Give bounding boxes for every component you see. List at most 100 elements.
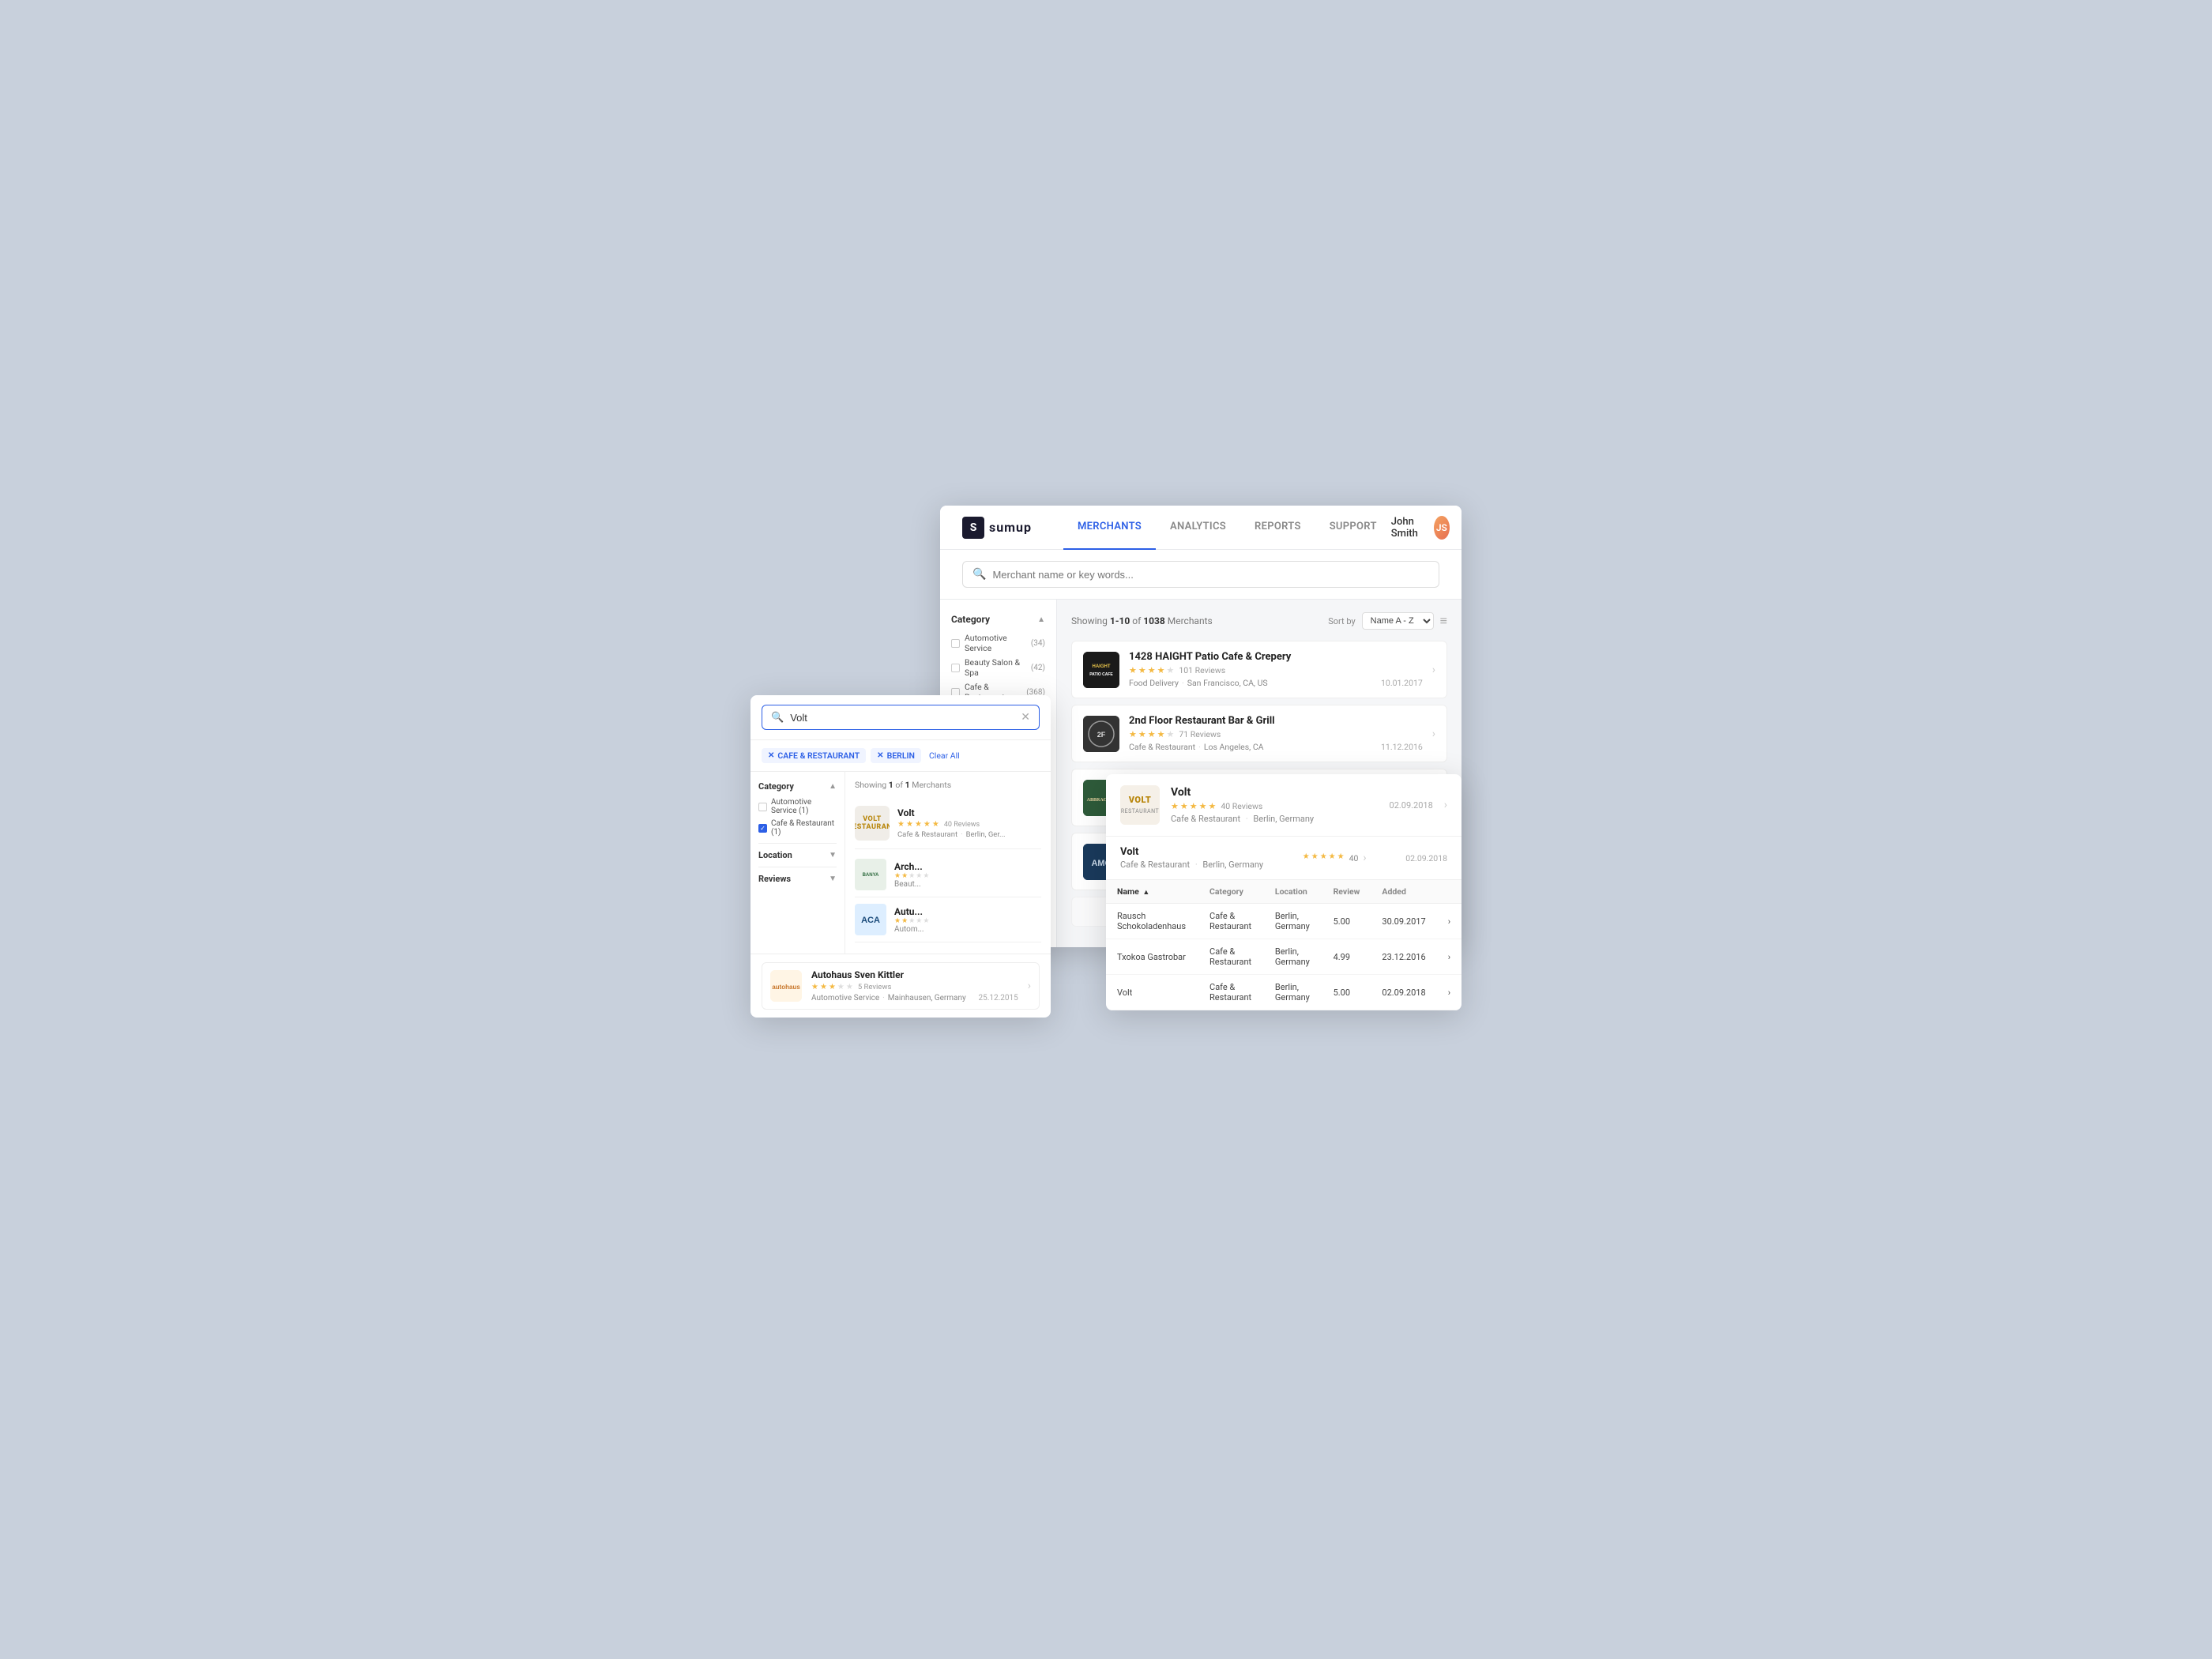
header: S sumup MERCHANTS ANALYTICS REPORTS SUPP… bbox=[940, 506, 1462, 550]
detail-merchant-header[interactable]: VOLTRESTAURANT Volt ★ ★ ★ ★ ★ 40 Reviews… bbox=[1106, 774, 1462, 837]
filter-automotive[interactable]: Automotive Service (34) bbox=[951, 633, 1045, 653]
svg-text:BANYA: BANYA bbox=[863, 873, 879, 878]
svg-text:HAIGHT: HAIGHT bbox=[1093, 664, 1111, 669]
table-row-rausch[interactable]: Rausch Schokoladenhaus Cafe & Restaurant… bbox=[1106, 904, 1462, 939]
table-row-volt[interactable]: Volt Cafe & Restaurant Berlin, Germany 5… bbox=[1106, 975, 1462, 1010]
overlay-filter-label-cafe: Cafe & Restaurant (1) bbox=[771, 819, 837, 837]
merchant-meta-1428: Food Delivery · San Francisco, CA, US bbox=[1129, 678, 1371, 688]
overlay-sidebar: Category ▲ Automotive Service (1) ✓ Cafe… bbox=[750, 772, 845, 954]
overlay-merchant-volt[interactable]: VOLTRESTAURANT Volt ★ ★ ★ ★ ★ 40 Reviews bbox=[855, 798, 1041, 849]
merchant-date-1428: 10.01.2017 bbox=[1381, 678, 1423, 688]
td-name-rausch: Rausch Schokoladenhaus bbox=[1106, 904, 1198, 939]
search-overlay-input-wrap[interactable]: 🔍 ✕ bbox=[762, 705, 1040, 730]
volt-summary-name: Volt bbox=[1120, 846, 1263, 858]
merchant-reviews-1428: 101 Reviews bbox=[1179, 665, 1225, 675]
overlay-results-count: Showing 1 of 1 Merchants bbox=[855, 780, 1041, 790]
overlay-extra-name-aca: Autu... bbox=[894, 906, 929, 917]
search-input-wrap[interactable]: 🔍 bbox=[962, 561, 1439, 588]
category-filter-title[interactable]: Category ▲ bbox=[951, 614, 1045, 625]
overlay-autohaus-stars: ★ ★ ★ ★ ★ 5 Reviews bbox=[811, 983, 969, 991]
filter-checkbox-beauty[interactable] bbox=[951, 664, 960, 672]
td-chevron-rausch: › bbox=[1437, 904, 1462, 939]
detail-merchant-meta-volt: Cafe & Restaurant · Berlin, Germany bbox=[1171, 814, 1379, 824]
tag-berlin[interactable]: ✕ BERLIN bbox=[871, 748, 921, 763]
overlay-checkbox-automotive[interactable] bbox=[758, 803, 767, 811]
merchant-card-2nd[interactable]: 2F 2nd Floor Restaurant Bar & Grill ★ ★ … bbox=[1071, 705, 1447, 762]
svg-text:2F: 2F bbox=[1097, 731, 1106, 739]
overlay-volt-reviews: 40 Reviews bbox=[944, 821, 980, 829]
nav-reports[interactable]: REPORTS bbox=[1240, 506, 1315, 550]
overlay-filter-cafe[interactable]: ✓ Cafe & Restaurant (1) bbox=[758, 819, 837, 837]
volt-summary-stars: ★ ★ ★ ★ ★ bbox=[1303, 852, 1345, 861]
filter-checkbox-automotive[interactable] bbox=[951, 639, 960, 648]
filter-label-beauty: Beauty Salon & Spa bbox=[965, 657, 1026, 678]
td-added-rausch: 30.09.2017 bbox=[1371, 904, 1436, 939]
detail-merchant-logo-volt: VOLTRESTAURANT bbox=[1120, 785, 1160, 825]
td-name-txokoa: Txokoa Gastrobar bbox=[1106, 939, 1198, 975]
username: John Smith bbox=[1391, 516, 1426, 540]
overlay-autohaus-card[interactable]: autohaus Autohaus Sven Kittler ★ ★ ★ ★ ★… bbox=[762, 962, 1040, 1010]
user-menu[interactable]: John Smith JS bbox=[1391, 516, 1450, 540]
volt-summary-meta: Cafe & Restaurant · Berlin, Germany bbox=[1120, 860, 1263, 870]
merchant-logo-2nd: 2F bbox=[1083, 716, 1119, 752]
search-overlay-input[interactable] bbox=[790, 712, 1014, 724]
td-added-txokoa: 23.12.2016 bbox=[1371, 939, 1436, 975]
volt-summary: Volt Cafe & Restaurant · Berlin, Germany… bbox=[1106, 837, 1462, 880]
sort-wrap: Sort by Name A - Z Name Z - A Rating Dat… bbox=[1328, 612, 1447, 630]
overlay-tags: ✕ CAFE & RESTAURANT ✕ BERLIN Clear All bbox=[750, 740, 1051, 772]
td-chevron-txokoa: › bbox=[1437, 939, 1462, 975]
overlay-extra-info-banya: Arch... ★ ★ ★ ★ ★ Beaut... bbox=[894, 861, 929, 889]
sort-select[interactable]: Name A - Z Name Z - A Rating Date bbox=[1362, 612, 1434, 630]
th-location[interactable]: Location bbox=[1264, 880, 1322, 904]
td-review-txokoa: 4.99 bbox=[1322, 939, 1371, 975]
filter-beauty[interactable]: Beauty Salon & Spa (42) bbox=[951, 657, 1045, 678]
table-row-txokoa[interactable]: Txokoa Gastrobar Cafe & Restaurant Berli… bbox=[1106, 939, 1462, 975]
overlay-autohaus-logo: autohaus bbox=[770, 970, 802, 1002]
overlay-filter-automotive[interactable]: Automotive Service (1) bbox=[758, 798, 837, 815]
nav-merchants[interactable]: MERCHANTS bbox=[1063, 506, 1156, 550]
volt-summary-date: 02.09.2018 bbox=[1405, 853, 1447, 863]
td-added-volt: 02.09.2018 bbox=[1371, 975, 1436, 1010]
overlay-extra-meta-aca: Autom... bbox=[894, 925, 929, 934]
search-icon: 🔍 bbox=[972, 568, 986, 581]
nav-support[interactable]: SUPPORT bbox=[1315, 506, 1391, 550]
th-review[interactable]: Review bbox=[1322, 880, 1371, 904]
overlay-autohaus-meta: Automotive Service · Mainhausen, Germany bbox=[811, 994, 969, 1003]
tag-cafe-restaurant[interactable]: ✕ CAFE & RESTAURANT bbox=[762, 748, 866, 763]
th-category[interactable]: Category bbox=[1198, 880, 1264, 904]
tag-label-cafe: CAFE & RESTAURANT bbox=[777, 750, 860, 761]
overlay-extra-banya[interactable]: BANYA Arch... ★ ★ ★ ★ ★ Beaut... bbox=[855, 852, 1041, 897]
overlay-merchant-logo-volt: VOLTRESTAURANT bbox=[855, 806, 890, 841]
merchant-name-2nd: 2nd Floor Restaurant Bar & Grill bbox=[1129, 715, 1371, 727]
overlay-location-title[interactable]: Location ▼ bbox=[758, 850, 837, 860]
overlay-autohaus-info: Autohaus Sven Kittler ★ ★ ★ ★ ★ 5 Review… bbox=[811, 969, 969, 1003]
svg-text:autohaus: autohaus bbox=[772, 984, 800, 991]
overlay-merchant-stars-volt: ★ ★ ★ ★ ★ 40 Reviews bbox=[897, 820, 1006, 829]
overlay-extra-aca[interactable]: ACA Autu... ★ ★ ★ ★ ★ Autom... bbox=[855, 897, 1041, 942]
search-input[interactable] bbox=[992, 569, 1429, 581]
overlay-results: Showing 1 of 1 Merchants VOLTRESTAURANT … bbox=[845, 772, 1051, 954]
overlay-reviews-title[interactable]: Reviews ▼ bbox=[758, 874, 837, 884]
merchant-chevron-2nd: › bbox=[1432, 728, 1435, 740]
clear-search-icon[interactable]: ✕ bbox=[1021, 711, 1030, 724]
tag-label-berlin: BERLIN bbox=[887, 750, 915, 761]
overlay-checkbox-cafe[interactable]: ✓ bbox=[758, 824, 767, 833]
merchant-card-1428[interactable]: HAIGHT PATIO CAFE 1428 HAIGHT Patio Cafe… bbox=[1071, 641, 1447, 698]
filter-count-beauty: (42) bbox=[1031, 664, 1045, 672]
clear-all-button[interactable]: Clear All bbox=[929, 750, 960, 761]
td-location-rausch: Berlin, Germany bbox=[1264, 904, 1322, 939]
detail-merchant-info-volt: Volt ★ ★ ★ ★ ★ 40 Reviews Cafe & Restaur… bbox=[1171, 786, 1379, 824]
overlay-autohaus-name: Autohaus Sven Kittler bbox=[811, 969, 969, 980]
th-added[interactable]: Added bbox=[1371, 880, 1436, 904]
volt-summary-count: 40 bbox=[1349, 853, 1359, 863]
overlay-content: Category ▲ Automotive Service (1) ✓ Cafe… bbox=[750, 772, 1051, 954]
overlay-category-title[interactable]: Category ▲ bbox=[758, 781, 837, 792]
nav-analytics[interactable]: ANALYTICS bbox=[1156, 506, 1240, 550]
svg-text:PATIO CAFE: PATIO CAFE bbox=[1089, 672, 1113, 677]
view-toggle-icon[interactable]: ≡ bbox=[1440, 613, 1447, 629]
overlay-extra-logo-banya: BANYA bbox=[855, 859, 886, 890]
overlay-autohaus-section: autohaus Autohaus Sven Kittler ★ ★ ★ ★ ★… bbox=[750, 954, 1051, 1018]
volt-summary-chevron: › bbox=[1363, 852, 1366, 864]
td-category-volt: Cafe & Restaurant bbox=[1198, 975, 1264, 1010]
th-name[interactable]: Name ▲ bbox=[1106, 880, 1198, 904]
